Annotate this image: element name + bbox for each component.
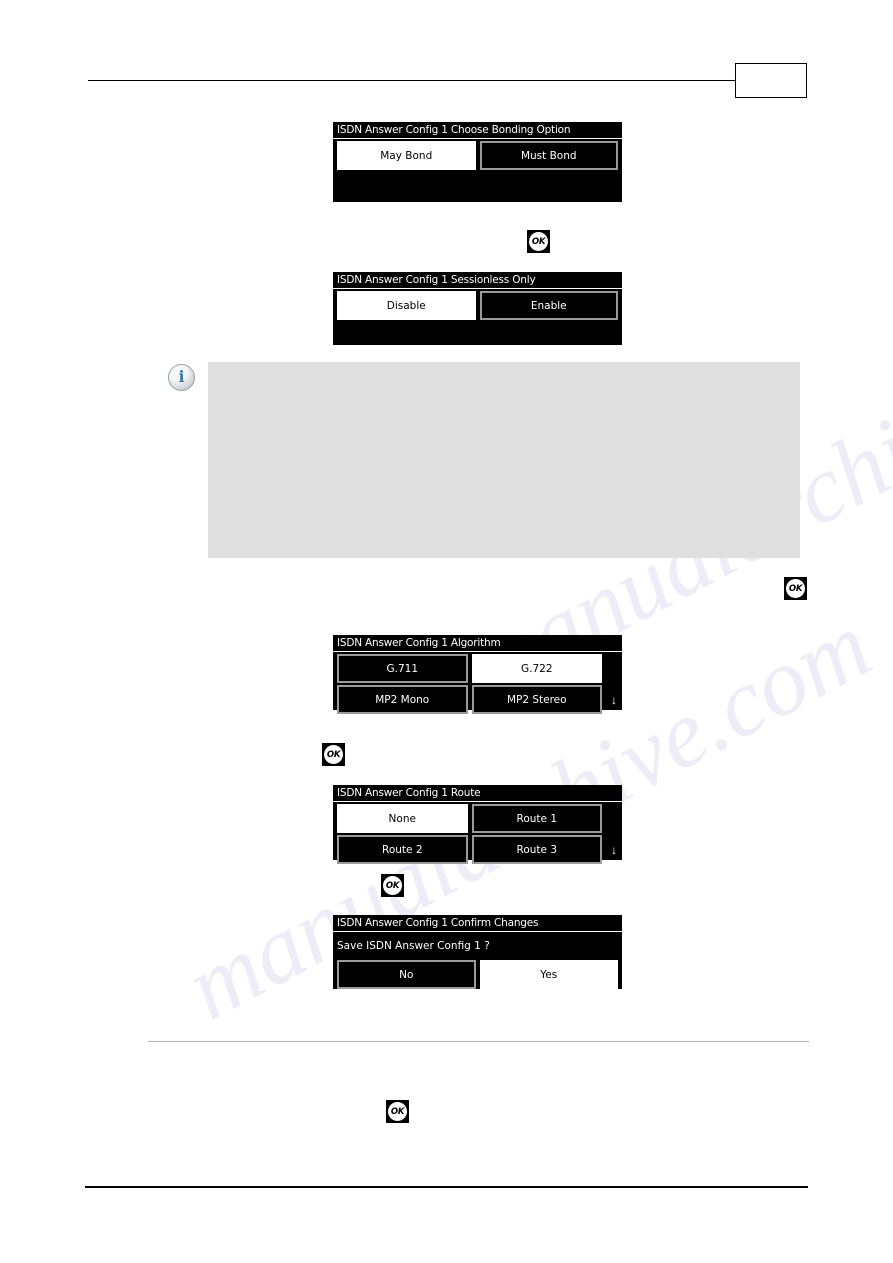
footer-rule (85, 1186, 808, 1188)
option-row: G.711 G.722 (333, 652, 622, 683)
option-g711[interactable]: G.711 (337, 654, 468, 683)
option-row: No Yes (333, 958, 622, 989)
option-route-3[interactable]: Route 3 (471, 835, 602, 864)
scroll-spacer (606, 654, 622, 683)
ok-label: OK (388, 1102, 407, 1121)
ok-key-icon-3[interactable]: OK (322, 743, 345, 766)
screen-title: ISDN Answer Config 1 Confirm Changes (333, 915, 622, 932)
screen-title: ISDN Answer Config 1 Route (333, 785, 622, 802)
ok-label: OK (324, 745, 343, 764)
info-glyph: i (178, 367, 185, 386)
document-page: manualarchive.com manualarchive.com ISDN… (0, 0, 893, 1263)
scroll-down-arrow-icon[interactable]: ↓ (606, 835, 622, 864)
option-g722[interactable]: G.722 (471, 654, 602, 683)
section-divider (148, 1041, 809, 1042)
ok-label: OK (383, 876, 402, 895)
device-screen-confirm: ISDN Answer Config 1 Confirm Changes Sav… (333, 915, 622, 989)
option-row: MP2 Mono MP2 Stereo ↓ (333, 683, 622, 714)
option-mp2-mono[interactable]: MP2 Mono (337, 685, 468, 714)
option-must-bond[interactable]: Must Bond (479, 141, 618, 170)
scroll-spacer (606, 804, 622, 833)
device-screen-sessionless: ISDN Answer Config 1 Sessionless Only Di… (333, 272, 622, 345)
info-icon: i (168, 364, 195, 391)
device-screen-algorithm: ISDN Answer Config 1 Algorithm G.711 G.7… (333, 635, 622, 714)
page-number-box (735, 63, 807, 98)
scroll-down-arrow-icon[interactable]: ↓ (606, 685, 622, 714)
option-may-bond[interactable]: May Bond (337, 141, 476, 170)
ok-key-icon-5[interactable]: OK (386, 1100, 409, 1123)
option-mp2-stereo[interactable]: MP2 Stereo (471, 685, 602, 714)
option-row: None Route 1 (333, 802, 622, 833)
option-row: May Bond Must Bond (333, 139, 622, 170)
option-yes[interactable]: Yes (479, 960, 618, 989)
option-no[interactable]: No (337, 960, 476, 989)
note-panel (208, 362, 800, 558)
device-screen-bonding: ISDN Answer Config 1 Choose Bonding Opti… (333, 122, 622, 202)
option-route-2[interactable]: Route 2 (337, 835, 468, 864)
option-enable[interactable]: Enable (479, 291, 618, 320)
ok-key-icon-2[interactable]: OK (784, 577, 807, 600)
screen-title: ISDN Answer Config 1 Algorithm (333, 635, 622, 652)
ok-key-icon-4[interactable]: OK (381, 874, 404, 897)
device-screen-route: ISDN Answer Config 1 Route None Route 1 … (333, 785, 622, 864)
option-route-1[interactable]: Route 1 (471, 804, 602, 833)
screen-title: ISDN Answer Config 1 Choose Bonding Opti… (333, 122, 622, 139)
screen-title: ISDN Answer Config 1 Sessionless Only (333, 272, 622, 289)
ok-label: OK (529, 232, 548, 251)
option-none[interactable]: None (337, 804, 468, 833)
confirm-prompt: Save ISDN Answer Config 1 ? (337, 940, 490, 952)
option-row: Disable Enable (333, 289, 622, 320)
ok-key-icon-1[interactable]: OK (527, 230, 550, 253)
ok-label: OK (786, 579, 805, 598)
header-rule (88, 80, 736, 81)
option-disable[interactable]: Disable (337, 291, 476, 320)
option-row: Route 2 Route 3 ↓ (333, 833, 622, 864)
